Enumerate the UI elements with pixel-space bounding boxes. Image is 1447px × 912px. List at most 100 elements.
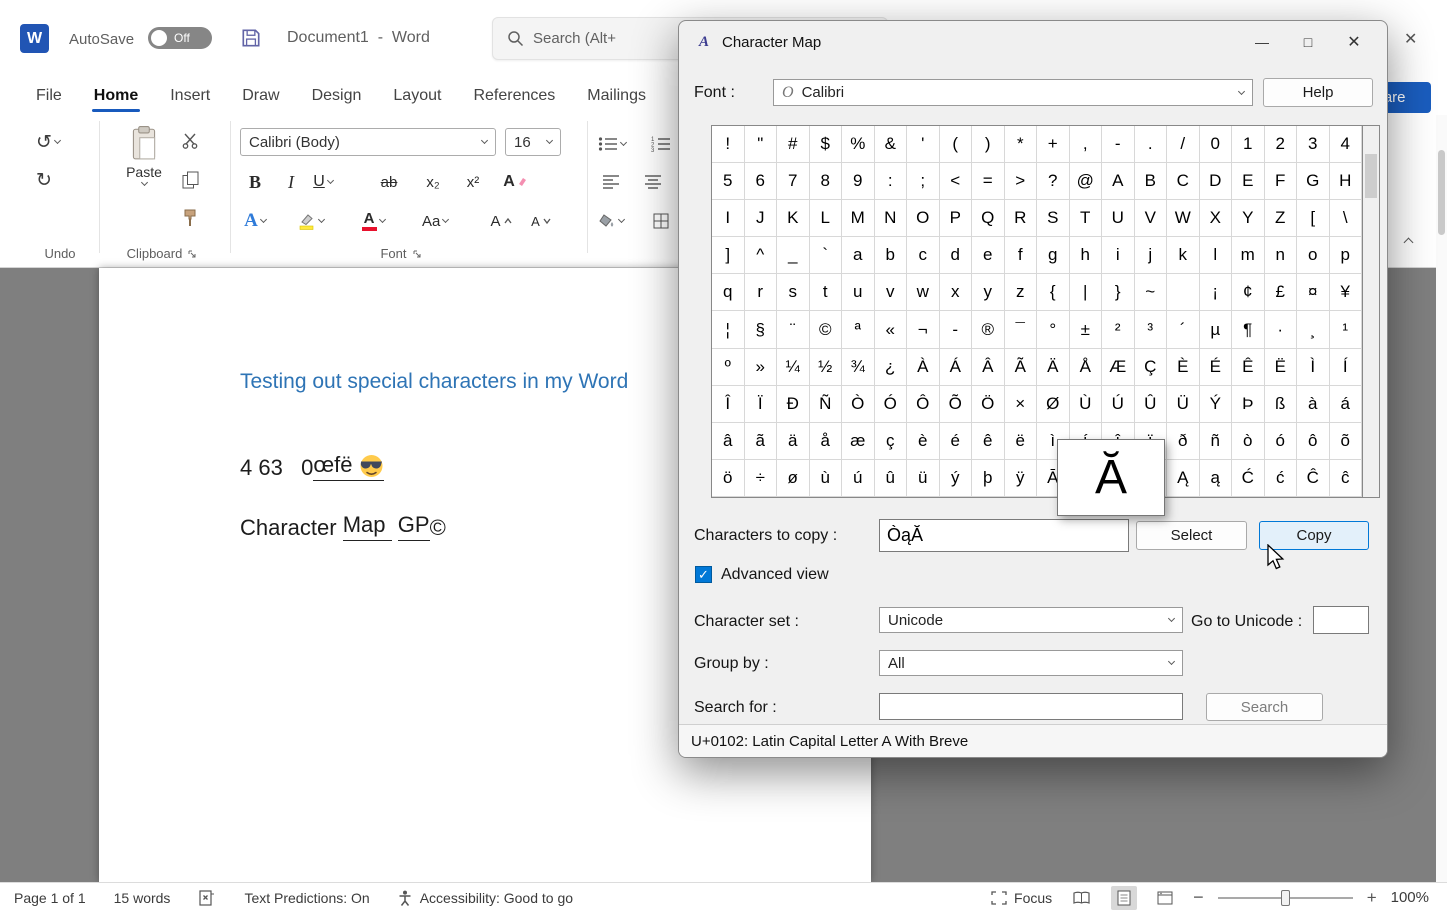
charmap-cell[interactable]: Ü (1167, 386, 1200, 423)
accessibility-status[interactable]: Accessibility: Good to go (398, 890, 573, 906)
charmap-cell[interactable]: ( (940, 126, 973, 163)
charmap-cell[interactable]: ¾ (842, 349, 875, 386)
charmap-cell[interactable]: õ (1330, 423, 1363, 460)
charmap-cell[interactable]: 2 (1265, 126, 1298, 163)
bullets-button[interactable] (598, 128, 626, 160)
charmap-cell[interactable]: ÷ (745, 460, 778, 497)
charmap-cell[interactable]: Ä (1037, 349, 1070, 386)
charmap-cell[interactable]: ) (972, 126, 1005, 163)
charmap-cell[interactable]: X (1200, 200, 1233, 237)
zoom-out-icon[interactable]: − (1193, 887, 1204, 908)
charmap-cell[interactable]: ? (1037, 163, 1070, 200)
charmap-cell[interactable]: 4 (1330, 126, 1363, 163)
charmap-cell[interactable]: Ù (1070, 386, 1103, 423)
charmap-cell[interactable]: I (712, 200, 745, 237)
charmap-cell[interactable]: Þ (1232, 386, 1265, 423)
charmap-cell[interactable]: v (875, 274, 908, 311)
charmap-cell[interactable]: l (1200, 237, 1233, 274)
paste-button[interactable]: Paste (118, 125, 170, 237)
charmap-cell[interactable]: x (940, 274, 973, 311)
maximize-icon[interactable]: □ (1285, 27, 1331, 57)
zoom-level[interactable]: 100% (1391, 889, 1429, 906)
charmap-cell[interactable]: 5 (712, 163, 745, 200)
charmap-cell[interactable]: , (1070, 126, 1103, 163)
charmap-cell[interactable]: 0 (1200, 126, 1233, 163)
change-case-button[interactable]: Aa (422, 205, 448, 237)
charmap-cell[interactable]: R (1005, 200, 1038, 237)
charmap-cell[interactable]: Ð (777, 386, 810, 423)
advanced-view-checkbox[interactable]: ✓ (695, 566, 712, 583)
charmap-cell[interactable]: ø (777, 460, 810, 497)
charmap-cell[interactable]: Z (1265, 200, 1298, 237)
charmap-cell[interactable]: µ (1200, 311, 1233, 348)
clear-formatting-button[interactable]: A (502, 166, 528, 198)
charmap-cell[interactable]: $ (810, 126, 843, 163)
font-size-dropdown-icon[interactable] (546, 137, 553, 144)
window-close-icon[interactable]: ✕ (1404, 29, 1417, 49)
cut-button[interactable] (182, 133, 198, 149)
charmap-cell[interactable]: P (940, 200, 973, 237)
tab-file[interactable]: File (28, 82, 70, 115)
charmap-cell[interactable]: ª (842, 311, 875, 348)
bold-button[interactable]: B (242, 166, 268, 198)
charmap-cell[interactable]: y (972, 274, 1005, 311)
charmap-cell[interactable]: q (712, 274, 745, 311)
charmap-cell[interactable]: > (1005, 163, 1038, 200)
charmap-cell[interactable]: m (1232, 237, 1265, 274)
font-size-combo[interactable]: 16 (505, 128, 561, 156)
charmap-cell[interactable]: Ć (1232, 460, 1265, 497)
charmap-cell[interactable]: ö (712, 460, 745, 497)
charmap-cell[interactable]: = (972, 163, 1005, 200)
zoom-in-icon[interactable]: + (1367, 888, 1377, 908)
charmap-cell[interactable]: ¸ (1297, 311, 1330, 348)
charmap-cell[interactable]: Í (1330, 349, 1363, 386)
charmap-cell[interactable]: ¢ (1232, 274, 1265, 311)
charmap-cell[interactable]: Ý (1200, 386, 1233, 423)
charmap-cell[interactable]: ą (1200, 460, 1233, 497)
font-name-dropdown-icon[interactable] (481, 137, 488, 144)
page-count[interactable]: Page 1 of 1 (14, 890, 86, 906)
select-button[interactable]: Select (1136, 521, 1247, 550)
charmap-cell[interactable]: ^ (745, 237, 778, 274)
charmap-cell[interactable]: ` (810, 237, 843, 274)
charmap-cell[interactable]: e (972, 237, 1005, 274)
charmap-cell[interactable]: \ (1330, 200, 1363, 237)
go-to-unicode-input[interactable] (1313, 606, 1369, 634)
charmap-cell[interactable]: 3 (1297, 126, 1330, 163)
charmap-cell[interactable]: : (875, 163, 908, 200)
charmap-cell[interactable]: ´ (1167, 311, 1200, 348)
tab-draw[interactable]: Draw (234, 82, 287, 115)
charmap-cell[interactable]: & (875, 126, 908, 163)
charmap-cell[interactable]: B (1135, 163, 1168, 200)
text-effects-dropdown-icon[interactable] (260, 216, 267, 223)
charmap-cell[interactable]: þ (972, 460, 1005, 497)
help-button[interactable]: Help (1263, 78, 1373, 107)
charmap-cell[interactable]: à (1297, 386, 1330, 423)
align-center-button[interactable] (640, 166, 666, 198)
tab-home[interactable]: Home (86, 82, 146, 115)
font-color-button[interactable]: A (360, 205, 386, 237)
numbering-button[interactable]: 123 (648, 128, 674, 160)
charmap-cell[interactable]: _ (777, 237, 810, 274)
charmap-font-combo[interactable]: O Calibri (773, 79, 1253, 106)
charmap-cell[interactable]: " (745, 126, 778, 163)
copy-button[interactable] (182, 171, 199, 189)
font-dialog-launcher-icon[interactable] (412, 249, 422, 259)
charmap-cell[interactable]: ù (810, 460, 843, 497)
charmap-cell[interactable]: W (1167, 200, 1200, 237)
italic-button[interactable]: I (278, 166, 304, 198)
collapse-ribbon-button[interactable] (1405, 235, 1412, 246)
document-scrollbar-thumb[interactable] (1438, 150, 1445, 235)
redo-button[interactable]: ↻ (36, 169, 52, 191)
save-icon[interactable] (240, 27, 262, 54)
charmap-cell[interactable]: ¤ (1297, 274, 1330, 311)
superscript-button[interactable]: x² (460, 166, 486, 198)
charmap-cell[interactable]: r (745, 274, 778, 311)
charmap-cell[interactable]: / (1167, 126, 1200, 163)
charmap-cell[interactable]: é (940, 423, 973, 460)
zoom-slider-thumb[interactable] (1281, 890, 1290, 906)
undo-button[interactable]: ↺ (36, 131, 60, 153)
text-effects-button[interactable]: A (242, 205, 268, 237)
charmap-cell[interactable]: á (1330, 386, 1363, 423)
charmap-cell[interactable]: ² (1102, 311, 1135, 348)
